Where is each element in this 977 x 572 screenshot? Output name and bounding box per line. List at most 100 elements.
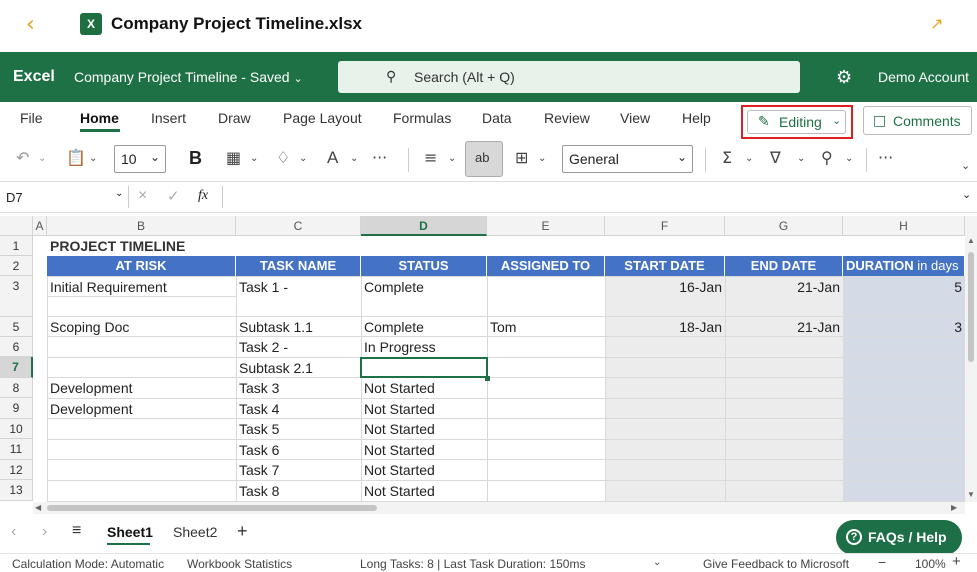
row-header[interactable]: 8 [0, 378, 33, 398]
feedback-link[interactable]: Give Feedback to Microsoft [703, 557, 849, 571]
row-header[interactable]: 13 [0, 480, 33, 501]
chevron-down-icon[interactable]: ⌄ [962, 188, 971, 201]
cell-c7[interactable]: Subtask 2.1 [236, 358, 361, 378]
cell-d3[interactable]: Complete [361, 277, 487, 297]
editing-mode-button[interactable]: ✎ Editing ⌄ [747, 110, 846, 134]
header-assigned-to[interactable]: ASSIGNED TO [487, 256, 605, 276]
cell-e5[interactable]: Tom [487, 317, 605, 337]
column-header-d[interactable]: D [361, 216, 487, 236]
font-color-button[interactable]: A [327, 148, 338, 168]
cell-c11[interactable]: Task 6 [236, 440, 361, 460]
column-header-a[interactable]: A [33, 216, 47, 236]
font-size-select[interactable]: 10 ⌄ [114, 145, 166, 173]
collapse-icon[interactable]: ↗ [930, 14, 943, 33]
select-all-corner[interactable] [0, 216, 33, 236]
app-name[interactable]: Excel [13, 68, 55, 86]
cell-d13[interactable]: Not Started [361, 481, 487, 501]
chevron-right-icon[interactable]: › [42, 523, 47, 541]
row-header[interactable]: 12 [0, 460, 33, 480]
cell-d6[interactable]: In Progress [361, 337, 487, 357]
cell-c5[interactable]: Subtask 1.1 [236, 317, 361, 337]
fill-color-icon[interactable]: ♢ [276, 148, 290, 167]
chevron-down-icon[interactable]: ⌄ [38, 153, 46, 164]
back-icon[interactable]: ‹ [26, 12, 35, 37]
account-name[interactable]: Demo Account [878, 69, 969, 85]
tab-review[interactable]: Review [544, 110, 590, 126]
cell-b9[interactable]: Development [47, 399, 236, 419]
cell-c8[interactable]: Task 3 [236, 378, 361, 398]
cell-c10[interactable]: Task 5 [236, 419, 361, 439]
chevron-down-icon[interactable]: ⌄ [797, 153, 805, 164]
borders-icon[interactable]: ▦ [226, 148, 241, 167]
header-duration[interactable]: DURATION in days [843, 256, 965, 276]
active-cell-d7[interactable] [360, 357, 488, 378]
row-header[interactable]: 6 [0, 337, 33, 357]
calculation-mode[interactable]: Calculation Mode: Automatic [12, 557, 164, 571]
tab-draw[interactable]: Draw [218, 110, 251, 126]
cell-g5[interactable]: 21-Jan [725, 317, 843, 337]
comments-button[interactable]: □ Comments [863, 106, 972, 135]
undo-icon[interactable]: ↶ [16, 148, 29, 167]
column-header-h[interactable]: H [843, 216, 965, 236]
cell-d8[interactable]: Not Started [361, 378, 487, 398]
align-icon[interactable]: ≡ [424, 148, 437, 167]
chevron-left-icon[interactable]: ‹ [11, 523, 16, 541]
workbook-statistics[interactable]: Workbook Statistics [187, 557, 292, 571]
zoom-out-button[interactable]: − [878, 554, 886, 570]
column-header-b[interactable]: B [47, 216, 236, 236]
chevron-down-icon[interactable]: ⌄ [961, 159, 970, 172]
chevron-down-icon[interactable]: ⌄ [538, 153, 546, 164]
cell-c9[interactable]: Task 4 [236, 399, 361, 419]
chevron-down-icon[interactable]: ⌄ [448, 153, 456, 164]
enter-icon[interactable]: ✓ [167, 187, 180, 205]
column-header-g[interactable]: G [725, 216, 843, 236]
tab-data[interactable]: Data [482, 110, 512, 126]
cell-d9[interactable]: Not Started [361, 399, 487, 419]
find-icon[interactable]: ⚲ [821, 148, 833, 167]
row-header[interactable]: 9 [0, 398, 33, 419]
chevron-down-icon[interactable]: ⌄ [350, 153, 358, 164]
cell-f5[interactable]: 18-Jan [605, 317, 725, 337]
cell-g3[interactable]: 21-Jan [725, 277, 843, 297]
row-header[interactable]: 5 [0, 317, 33, 337]
header-at-risk[interactable]: AT RISK [47, 256, 236, 276]
scroll-left-icon[interactable]: ◀ [35, 503, 41, 512]
all-sheets-icon[interactable]: ≡ [72, 522, 81, 540]
header-task-name[interactable]: TASK NAME [236, 256, 361, 276]
faq-help-button[interactable]: ? FAQs / Help [836, 520, 962, 555]
wrap-text-button[interactable]: ab [465, 141, 503, 177]
cancel-icon[interactable]: × [138, 187, 147, 205]
column-header-e[interactable]: E [487, 216, 605, 236]
cell-d10[interactable]: Not Started [361, 419, 487, 439]
cell-c6[interactable]: Task 2 - [236, 337, 361, 357]
sheet-tab-active[interactable]: Sheet1 [107, 524, 153, 540]
sheet-title[interactable]: PROJECT TIMELINE [47, 236, 188, 256]
tab-file[interactable]: File [20, 110, 43, 126]
header-start-date[interactable]: START DATE [605, 256, 725, 276]
sort-filter-icon[interactable]: ∇ [770, 148, 781, 167]
merge-icon[interactable]: ⊞ [515, 148, 528, 167]
zoom-in-button[interactable]: + [952, 553, 961, 570]
gear-icon[interactable]: ⚙ [836, 67, 852, 88]
row-header-selected[interactable]: 7 [0, 357, 33, 378]
more-icon[interactable]: ··· [372, 148, 387, 167]
paste-icon[interactable]: 📋 [66, 148, 86, 167]
add-sheet-button[interactable]: + [237, 521, 248, 542]
scroll-thumb[interactable] [47, 505, 377, 511]
zoom-level[interactable]: 100% [915, 557, 946, 571]
cell-d5[interactable]: Complete [361, 317, 487, 337]
chevron-down-icon[interactable]: ⌄ [299, 153, 307, 164]
cell-c13[interactable]: Task 8 [236, 481, 361, 501]
column-header-c[interactable]: C [236, 216, 361, 236]
chevron-down-icon[interactable]: ⌄ [845, 153, 853, 164]
vertical-scrollbar[interactable]: ▲ ▼ [965, 216, 977, 502]
scroll-down-icon[interactable]: ▼ [967, 490, 975, 499]
chevron-down-icon[interactable]: ⌄ [745, 153, 753, 164]
cell-h3[interactable]: 5 [843, 277, 965, 297]
row-header[interactable]: 3 [0, 276, 33, 296]
horizontal-scrollbar[interactable]: ◀ ▶ [33, 502, 965, 514]
tab-help[interactable]: Help [682, 110, 711, 126]
workbook-name[interactable]: Company Project Timeline - Saved ⌄ [74, 69, 303, 85]
chevron-down-icon[interactable]: ⌄ [250, 153, 258, 164]
more-icon[interactable]: ··· [878, 148, 893, 167]
